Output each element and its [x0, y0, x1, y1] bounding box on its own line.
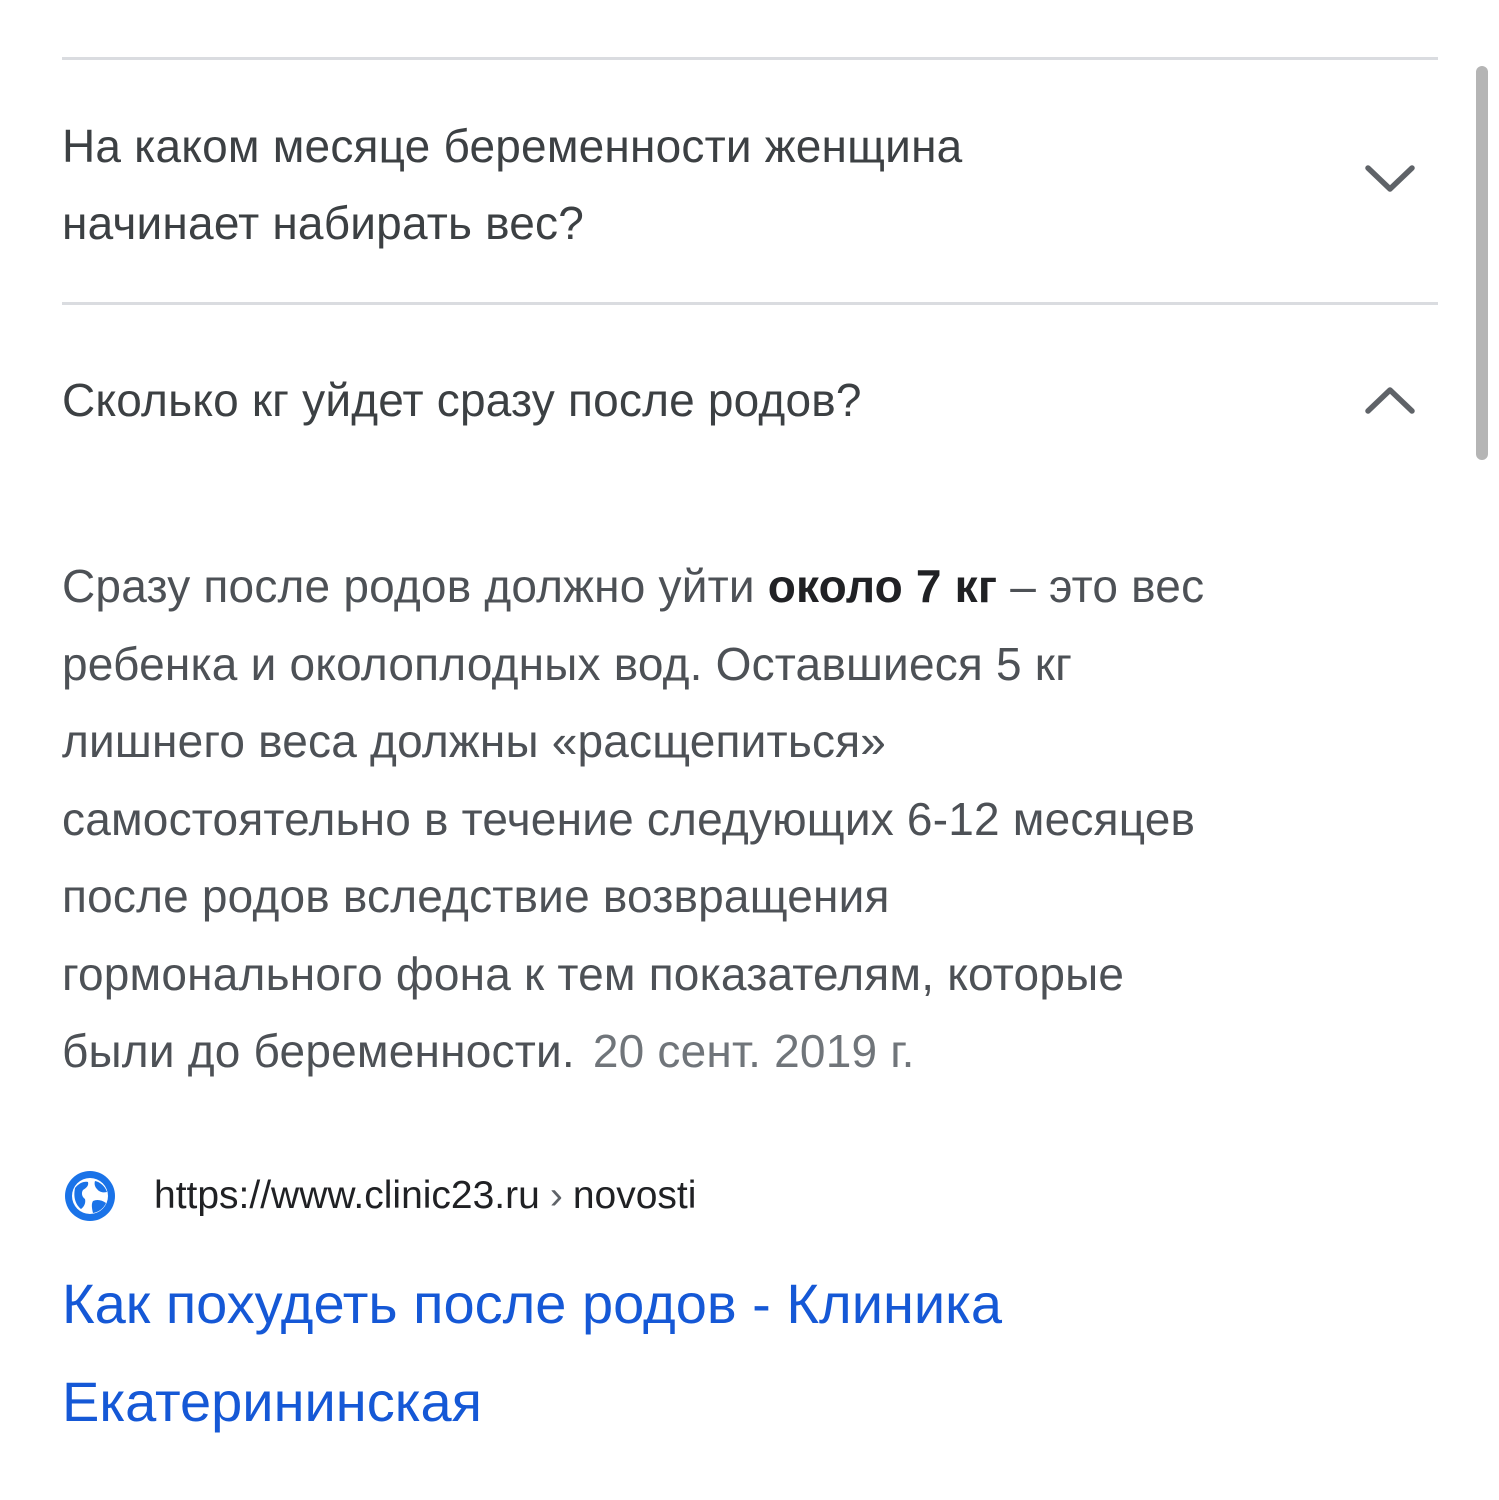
faq-question-1[interactable]: На каком месяце беременности женщина нач…: [62, 108, 1438, 268]
result-source[interactable]: https://www.clinic23.ru › novosti: [62, 1166, 696, 1226]
divider: [62, 302, 1438, 305]
result-title-line-2: Екатерининская: [62, 1370, 482, 1433]
answer-date: 20 сент. 2019 г.: [592, 1025, 915, 1077]
faq-answer: Сразу после родов должно уйти около 7 кг…: [62, 548, 1442, 1091]
answer-line-5: после родов вследствие возвращения: [62, 870, 890, 922]
result-url-path: novosti: [572, 1174, 697, 1217]
faq-question-1-line-1: На каком месяце беременности женщина: [62, 120, 963, 172]
result-title-line-1: Как похудеть после родов - Клиника: [62, 1272, 1003, 1335]
globe-icon: [65, 1171, 115, 1221]
breadcrumb-separator: ›: [549, 1174, 563, 1217]
answer-line-2: ребенка и околоплодных вод. Оставшиеся 5…: [62, 637, 1073, 690]
result-url: https://www.clinic23.ru › novosti: [154, 1174, 696, 1218]
faq-question-2-text: Сколько кг уйдет сразу после родов?: [62, 374, 862, 426]
result-title-link[interactable]: Как похудеть после родов - Клиника Екате…: [62, 1255, 1362, 1451]
chevron-up-icon[interactable]: [1360, 380, 1420, 420]
faq-question-1-line-2: начинает набирать вес?: [62, 197, 585, 249]
search-results-page: На каком месяце беременности женщина нач…: [0, 0, 1499, 1500]
result-url-domain: https://www.clinic23.ru: [154, 1174, 540, 1217]
answer-text: были до беременности.: [62, 1025, 575, 1077]
answer-line-6: гормонального фона к тем показателям, ко…: [62, 947, 1125, 1000]
scrollbar[interactable]: [1476, 66, 1488, 460]
answer-highlight: около 7 кг: [767, 560, 998, 612]
divider: [62, 57, 1438, 60]
chevron-down-icon[interactable]: [1360, 158, 1420, 198]
answer-line-4: самостоятельно в течение следующих 6-12 …: [62, 792, 1196, 845]
answer-line-3: лишнего веса должны «расщепиться»: [62, 715, 887, 767]
answer-text: – это вес: [997, 560, 1205, 612]
answer-text: Сразу после родов должно уйти: [62, 560, 768, 612]
answer-line-1: Сразу после родов должно уйти около 7 кг…: [62, 548, 1442, 626]
faq-question-2[interactable]: Сколько кг уйдет сразу после родов?: [62, 362, 1438, 442]
answer-line-7: были до беременности. 20 сент. 2019 г.: [62, 1013, 1442, 1091]
